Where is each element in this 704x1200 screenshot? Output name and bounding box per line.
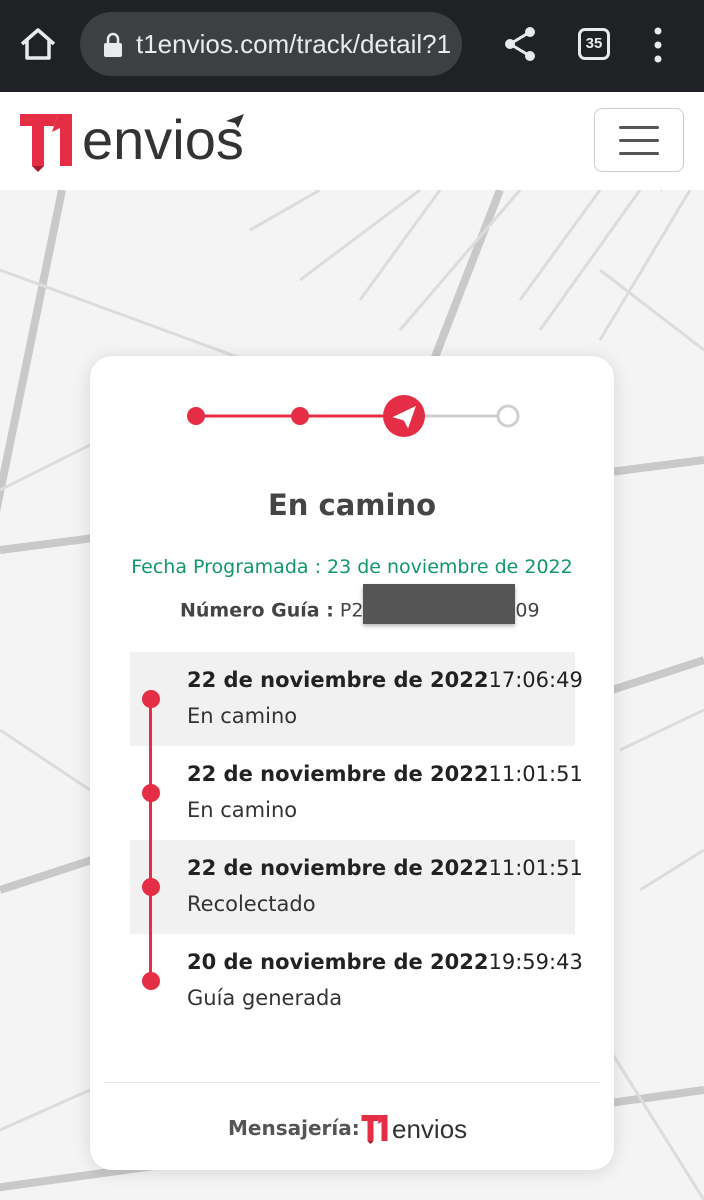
t1-logo-mark [361,1115,388,1144]
home-icon[interactable] [16,22,60,66]
event-description: Guía generada [187,986,343,1010]
menu-button[interactable] [594,108,684,172]
event-date: 22 de noviembre de 2022 [187,762,489,786]
hamburger-line [619,126,659,129]
timeline-event: 22 de noviembre de 202217:06:49 En camin… [130,652,583,746]
share-icon[interactable] [502,24,538,64]
hamburger-line [619,139,659,142]
lock-icon [104,32,122,57]
address-bar[interactable]: t1envios.com/track/detail?1 [80,12,462,76]
timeline-event: 22 de noviembre de 202211:01:51 Recolect… [130,840,583,934]
tracking-timeline: 22 de noviembre de 202217:06:49 En camin… [130,652,583,1028]
courier-logo: envios [360,1112,480,1146]
tracking-number-suffix: 09 [515,599,540,622]
tracking-number-label: Número Guía : [180,599,334,622]
tracking-number-prefix: P2 [339,599,364,622]
logo-wordmark: envios [82,108,244,171]
event-date: 22 de noviembre de 2022 [187,668,489,692]
t1-logo-mark [20,114,72,172]
paper-plane-icon [226,114,244,128]
tracking-number: Número Guía : P2 09 [180,584,540,624]
timeline-event: 22 de noviembre de 202211:01:51 En camin… [130,746,583,840]
tracking-card: En camino Fecha Programada : 23 de novie… [90,356,614,1170]
event-time: 11:01:51 [488,856,583,880]
timeline-line [149,694,152,984]
site-header: envios [0,92,704,190]
scheduled-date: Fecha Programada : 23 de noviembre de 20… [131,556,573,578]
event-datetime: 22 de noviembre de 202217:06:49 [187,668,583,692]
event-datetime: 22 de noviembre de 202211:01:51 [187,762,583,786]
step-2-dot [291,407,309,425]
event-time: 17:06:49 [488,668,583,692]
event-description: En camino [187,798,298,822]
event-time: 19:59:43 [488,950,583,974]
redaction-box [363,584,516,624]
event-datetime: 20 de noviembre de 202219:59:43 [187,950,583,974]
divider [104,1082,600,1083]
progress-stepper [187,395,520,437]
card-footer: Mensajería: envios [90,1110,614,1150]
courier-logo-wordmark: envios [392,1114,468,1144]
timeline-event: 20 de noviembre de 202219:59:43 Guía gen… [130,934,583,1028]
event-time: 11:01:51 [488,762,583,786]
event-description: Recolectado [187,892,316,916]
courier-label: Mensajería: [228,1116,360,1140]
status-title: En camino [267,488,437,522]
event-description: En camino [187,704,298,728]
browser-toolbar: t1envios.com/track/detail?1 35 [0,0,704,92]
hamburger-line [619,152,659,155]
url-text: t1envios.com/track/detail?1 [136,29,452,59]
t1envios-logo[interactable]: envios [18,108,268,172]
step-1-dot [187,407,205,425]
step-4-dot [496,404,520,428]
tab-switcher-button[interactable]: 35 [578,28,610,60]
event-date: 22 de noviembre de 2022 [187,856,489,880]
more-menu-icon[interactable] [648,26,668,64]
event-datetime: 22 de noviembre de 202211:01:51 [187,856,583,880]
event-date: 20 de noviembre de 2022 [187,950,489,974]
